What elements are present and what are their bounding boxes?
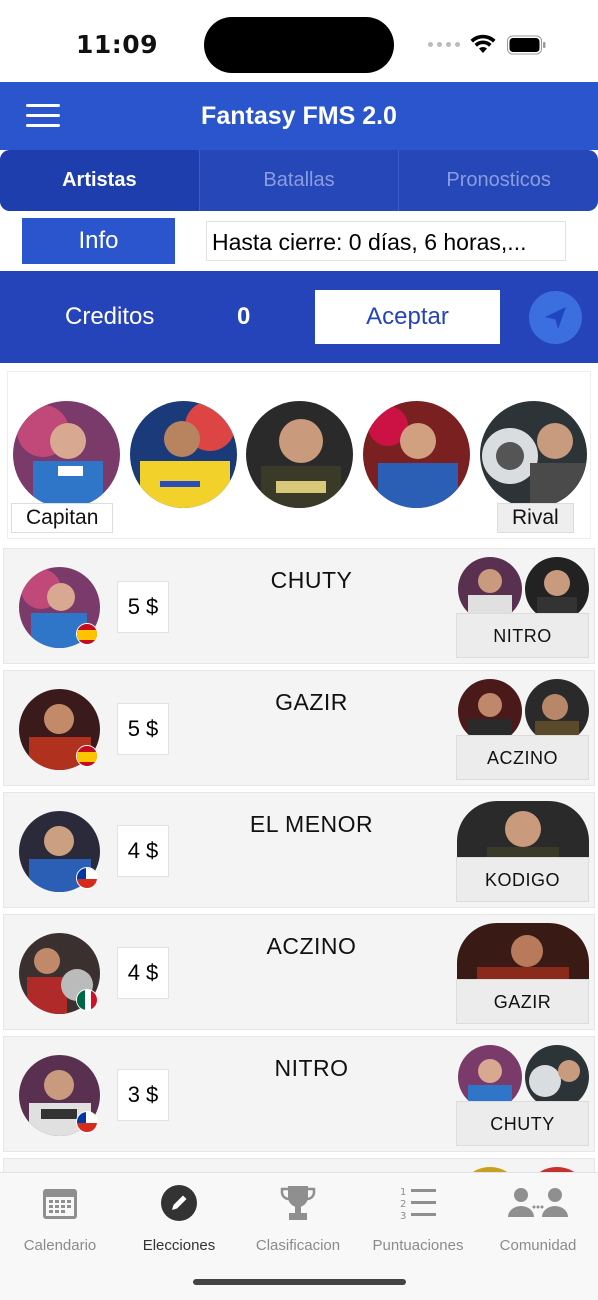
send-button[interactable] (529, 291, 582, 344)
flag-mexico-icon (76, 989, 98, 1011)
nav-calendario[interactable]: Calendario (0, 1183, 120, 1254)
rival-avatar (457, 801, 589, 865)
credits-bar: Creditos 0 Aceptar (0, 271, 598, 363)
rival-avatar (525, 557, 589, 621)
artist-name: NITRO (274, 1055, 349, 1081)
svg-text:2: 2 (400, 1199, 406, 1210)
credits-value: 0 (237, 303, 251, 330)
nav-label: Comunidad (499, 1237, 577, 1254)
price-box: 3 $ (117, 1069, 169, 1121)
home-indicator (193, 1279, 406, 1285)
nav-elecciones[interactable]: Elecciones (119, 1183, 239, 1254)
flag-chile-icon (76, 1111, 98, 1133)
signal-icon (428, 42, 464, 50)
rival-label: Rival (497, 503, 574, 533)
wifi-icon (470, 34, 496, 53)
flag-spain-icon (76, 623, 98, 645)
app-title: Fantasy FMS 2.0 (201, 102, 397, 130)
tab-bar: Artistas Batallas Pronosticos (0, 150, 598, 211)
rival-block: KODIGO (455, 801, 589, 902)
status-bar: 11:09 (0, 0, 598, 82)
rival-name: GAZIR (456, 979, 589, 1024)
rival-name: ACZINO (456, 735, 589, 780)
nav-puntuaciones[interactable]: 1 2 3 Puntuaciones (358, 1183, 478, 1254)
artist-row[interactable]: 4 $ EL MENOR KODIGO (3, 792, 595, 908)
rival-avatar (458, 1045, 522, 1109)
rival-avatar (458, 679, 522, 743)
price-box: 4 $ (117, 825, 169, 877)
numbered-list-icon: 1 2 3 (398, 1183, 438, 1223)
nav-label: Calendario (23, 1237, 97, 1254)
team-avatar-captain[interactable] (13, 401, 120, 508)
send-icon (545, 307, 566, 329)
artist-row[interactable]: 5 $ GAZIR ACZINO (3, 670, 595, 786)
price-box: 5 $ (117, 581, 169, 633)
tab-pronosticos[interactable]: Pronosticos (399, 150, 598, 211)
rival-block: ACZINO (455, 679, 589, 780)
nav-comunidad[interactable]: Comunidad (478, 1183, 598, 1254)
rival-avatar (457, 923, 589, 987)
dynamic-island (204, 17, 394, 73)
rival-block: GAZIR (455, 923, 589, 1024)
selected-team-strip: Capitan Rival (7, 371, 591, 539)
flag-spain-icon (76, 745, 98, 767)
pencil-icon (159, 1183, 199, 1223)
flag-chile-icon (76, 867, 98, 889)
svg-text:3: 3 (400, 1211, 406, 1222)
svg-text:1: 1 (400, 1187, 406, 1198)
app-header: Fantasy FMS 2.0 (0, 82, 598, 150)
accept-button[interactable]: Aceptar (315, 290, 500, 344)
nav-clasificacion[interactable]: Clasificacion (238, 1183, 358, 1254)
price-box: 4 $ (117, 947, 169, 999)
trophy-icon (278, 1183, 318, 1223)
info-button[interactable]: Info (22, 218, 175, 264)
price-box: 5 $ (117, 703, 169, 755)
tab-batallas[interactable]: Batallas (200, 150, 400, 211)
artist-row[interactable]: 5 $ CHUTY NITRO (3, 548, 595, 664)
battery-icon (507, 35, 546, 55)
team-avatar-rival[interactable] (480, 401, 587, 508)
rival-name: KODIGO (456, 857, 589, 902)
artist-name: CHUTY (270, 567, 353, 593)
tab-artistas[interactable]: Artistas (0, 150, 200, 211)
artist-name: ACZINO (266, 933, 357, 959)
artist-name: EL MENOR (249, 811, 374, 837)
rival-block: CHUTY (455, 1045, 589, 1146)
rival-name: CHUTY (456, 1101, 589, 1146)
team-avatar-3[interactable] (246, 401, 353, 508)
team-avatar-4[interactable] (363, 401, 470, 508)
nav-label: Elecciones (142, 1237, 216, 1254)
rival-name: NITRO (456, 613, 589, 658)
deadline-countdown: Hasta cierre: 0 días, 6 horas,... (206, 221, 566, 261)
rival-avatar (525, 1045, 589, 1109)
status-time: 11:09 (76, 30, 159, 59)
captain-label: Capitan (11, 503, 114, 533)
rival-block: NITRO (455, 557, 589, 658)
rival-avatar (458, 557, 522, 621)
artist-row[interactable]: 4 $ ACZINO GAZIR (3, 914, 595, 1030)
credits-label: Creditos (65, 303, 155, 330)
community-icon (506, 1183, 570, 1223)
nav-label: Puntuaciones (372, 1237, 464, 1254)
team-avatar-2[interactable] (130, 401, 237, 508)
nav-label: Clasificacion (255, 1237, 341, 1254)
rival-avatar (525, 679, 589, 743)
artist-row[interactable]: 3 $ NITRO CHUTY (3, 1036, 595, 1152)
artist-name: GAZIR (275, 689, 348, 715)
calendar-icon (40, 1183, 80, 1223)
